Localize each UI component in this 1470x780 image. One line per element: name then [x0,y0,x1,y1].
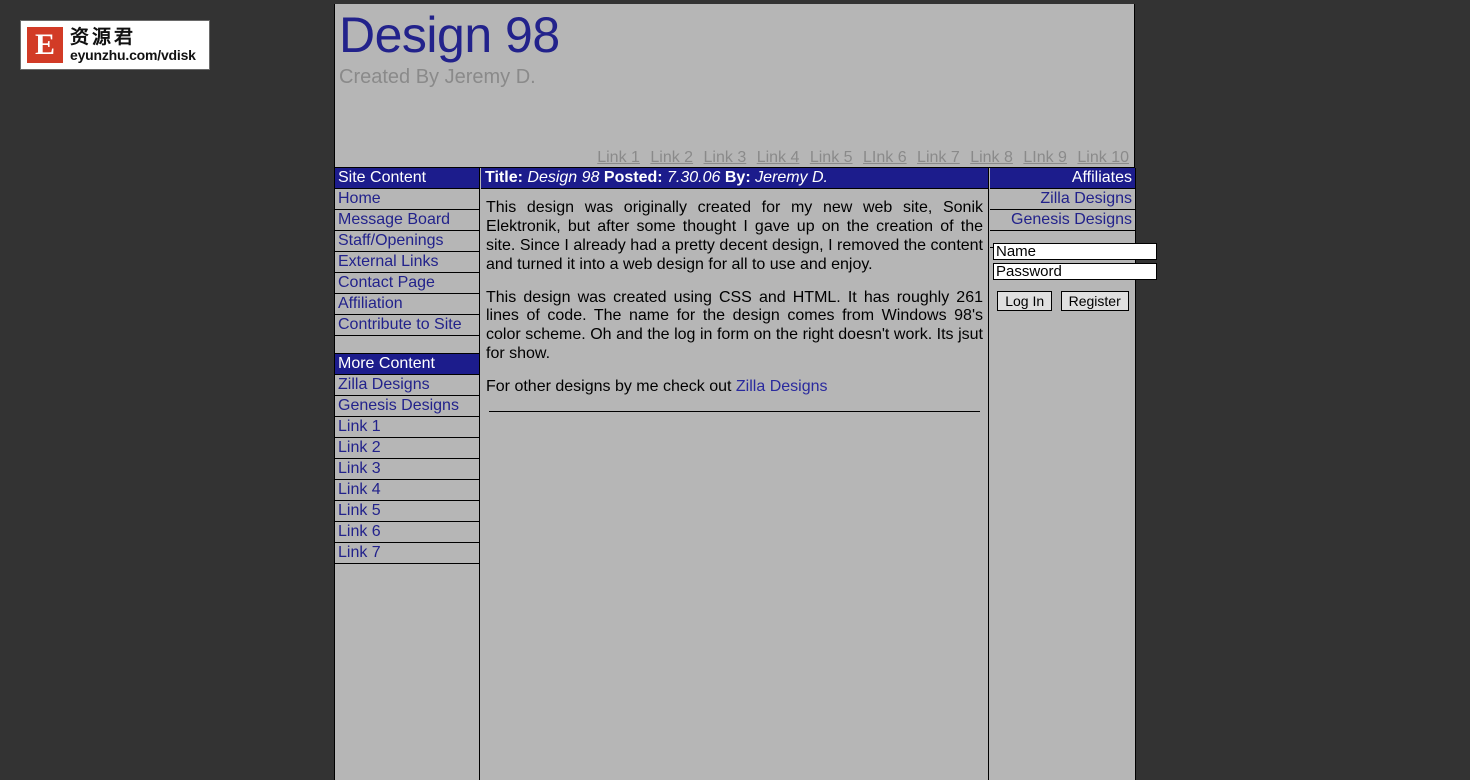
logo-text: 资源君 eyunzhu.com/vdisk [70,25,196,63]
sidebar-item-zilla-designs[interactable]: Zilla Designs [335,375,479,396]
topnav-link-4[interactable]: Link 4 [754,149,803,166]
article-title-label: Title: [485,169,523,186]
sidebar-item-affiliation[interactable]: Affiliation [335,294,479,315]
article-paragraph-3-text: For other designs by me check out [486,378,736,395]
topnav-link-8[interactable]: Link 8 [967,149,1016,166]
affiliate-item-zilla-designs[interactable]: Zilla Designs [990,189,1135,210]
article-paragraph-2: This design was created using CSS and HT… [486,288,983,363]
article-paragraph-1: This design was originally created for m… [486,199,983,273]
topnav-link-2[interactable]: Link 2 [647,149,696,166]
sidebar-item-genesis-designs[interactable]: Genesis Designs [335,396,479,417]
sidebar-item-contribute-to-site[interactable]: Contribute to Site [335,315,479,336]
article-zilla-designs-link[interactable]: Zilla Designs [736,378,828,395]
article-title-value: Design 98 [527,169,600,186]
article-meta-bar: Title: Design 98 Posted: 7.30.06 By: Jer… [481,168,988,189]
top-navigation: Link 1 Link 2 Link 3 Link 4 Link 5 LInk … [594,149,1132,167]
sidebar-item-external-links[interactable]: External Links [335,252,479,273]
topnav-link-1[interactable]: Link 1 [594,149,643,166]
sidebar-item-contact-page[interactable]: Contact Page [335,273,479,294]
topnav-link-7[interactable]: Link 7 [914,149,963,166]
page-subtitle: Created By Jeremy D. [339,66,536,88]
logo-letter-icon: E [27,27,63,63]
page-container: Design 98 Created By Jeremy D. Link 1 Li… [334,4,1157,780]
article-column: Title: Design 98 Posted: 7.30.06 By: Jer… [481,168,989,780]
screen: E 资源君 eyunzhu.com/vdisk Design 98 Create… [0,0,1470,780]
topnav-link-6[interactable]: LInk 6 [860,149,910,166]
right-sidebar: Affiliates Zilla Designs Genesis Designs… [990,168,1157,780]
article-posted-label: Posted: [603,169,663,186]
logo-url-text: eyunzhu.com/vdisk [70,46,196,63]
site-watermark-logo: E 资源君 eyunzhu.com/vdisk [20,20,210,70]
article-by-label: By: [724,169,751,186]
affiliates-heading: Affiliates [990,168,1135,189]
sidebar-item-link-4[interactable]: Link 4 [335,480,479,501]
sidebar-item-link-2[interactable]: Link 2 [335,438,479,459]
article-body: This design was originally created for m… [481,189,988,412]
topnav-link-3[interactable]: Link 3 [701,149,750,166]
sidebar-item-home[interactable]: Home [335,189,479,210]
login-buttons: Log In Register [990,287,1136,311]
sidebar-item-staff-openings[interactable]: Staff/Openings [335,231,479,252]
sidebar-item-link-6[interactable]: Link 6 [335,522,479,543]
topnav-link-9[interactable]: LInk 9 [1020,149,1070,166]
sidebar-heading-more-content: More Content [335,354,479,375]
article-posted-value: 7.30.06 [667,169,721,186]
sidebar-item-link-7[interactable]: Link 7 [335,543,479,564]
left-sidebar: Site Content Home Message Board Staff/Op… [334,168,480,780]
log-in-button[interactable]: Log In [997,291,1053,311]
sidebar-heading-site-content: Site Content [335,168,479,189]
page-title: Design 98 [339,7,560,63]
sidebar-item-message-board[interactable]: Message Board [335,210,479,231]
article-paragraph-3: For other designs by me check out Zilla … [486,378,983,397]
sidebar-spacer-row [335,336,479,354]
site-banner: Design 98 Created By Jeremy D. Link 1 Li… [334,4,1135,168]
username-input[interactable] [993,243,1157,260]
password-input[interactable] [993,263,1157,280]
sidebar-item-link-5[interactable]: Link 5 [335,501,479,522]
logo-chinese-text: 资源君 [70,25,137,48]
sidebar-item-link-3[interactable]: Link 3 [335,459,479,480]
sidebar-item-link-1[interactable]: Link 1 [335,417,479,438]
article-by-value: Jeremy D. [755,169,828,186]
register-button[interactable]: Register [1060,291,1129,311]
topnav-link-10[interactable]: Link 10 [1074,149,1132,166]
content-columns: Site Content Home Message Board Staff/Op… [334,168,1157,780]
topnav-link-5[interactable]: Link 5 [807,149,856,166]
login-form [993,243,1157,283]
article-divider [489,410,980,412]
affiliate-item-genesis-designs[interactable]: Genesis Designs [990,210,1135,231]
